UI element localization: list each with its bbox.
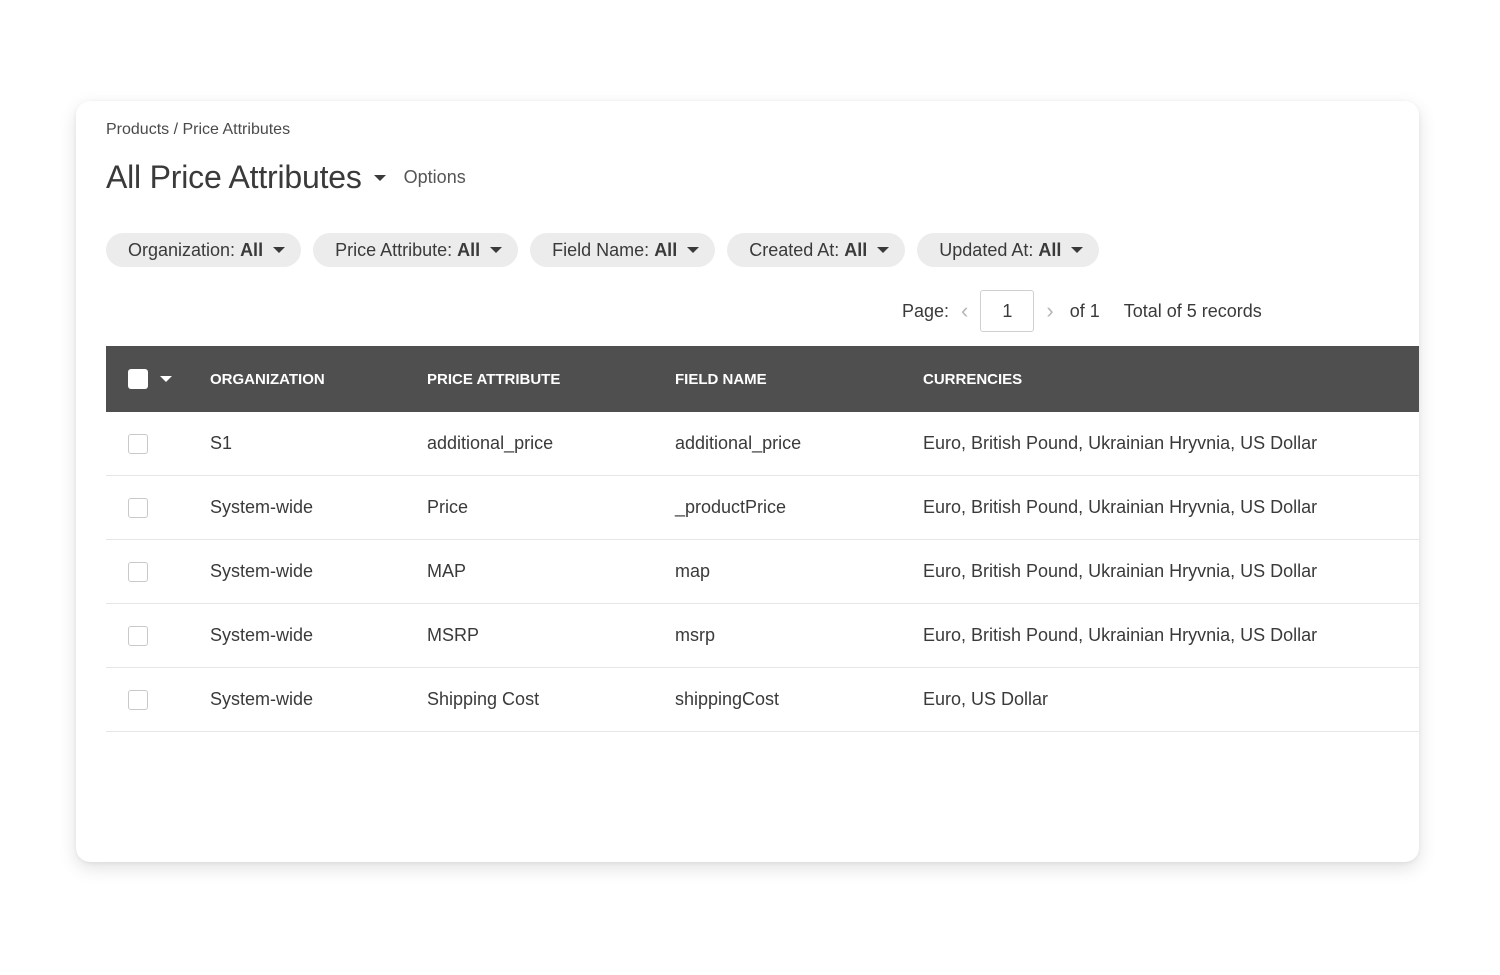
page-count-label: of 1 — [1069, 300, 1100, 321]
caret-down-icon — [1071, 247, 1084, 253]
cell-currencies: Euro, British Pound, Ukrainian Hryvnia, … — [923, 561, 1318, 581]
breadcrumb: Products / Price Attributes — [106, 121, 291, 138]
column-header-price-attribute[interactable]: PRICE ATTRIBUTE — [427, 371, 675, 388]
cell-currencies: Euro, British Pound, Ukrainian Hryvnia, … — [923, 497, 1318, 517]
cell-price-attribute: MSRP — [427, 625, 480, 645]
row-select-cell — [106, 497, 210, 518]
cell-organization: S1 — [210, 433, 233, 453]
caret-down-icon — [877, 247, 890, 253]
column-header-currencies: CURRENCIES — [923, 370, 1023, 388]
table-row[interactable]: System-wide Shipping Cost shippingCost E… — [106, 668, 1419, 732]
cell-organization: System-wide — [210, 689, 314, 709]
cell-price-attribute: Price — [427, 497, 469, 517]
filter-updated-at[interactable]: Updated At: All — [917, 233, 1100, 267]
filter-bar: Organization: All Price Attribute: All F… — [106, 233, 1100, 267]
table-row[interactable]: System-wide MSRP msrp Euro, British Poun… — [106, 604, 1419, 668]
mass-action-caret-icon[interactable] — [160, 376, 172, 382]
table-header: ORGANIZATION PRICE ATTRIBUTE FIELD NAME … — [106, 346, 1419, 412]
total-records-label: Total of 5 records — [1123, 300, 1262, 321]
caret-down-icon — [687, 247, 700, 253]
page-label: Page: — [902, 300, 950, 321]
filter-label: Field Name: — [552, 239, 650, 260]
cell-organization: System-wide — [210, 497, 314, 517]
filter-value: All — [457, 239, 481, 260]
page-title: All Price Attributes — [106, 159, 362, 195]
row-select-cell — [106, 433, 210, 454]
cell-currencies: Euro, British Pound, Ukrainian Hryvnia, … — [923, 625, 1318, 645]
cell-price-attribute: Shipping Cost — [427, 689, 540, 709]
filter-organization[interactable]: Organization: All — [106, 233, 302, 267]
cell-currencies: Euro, US Dollar — [923, 689, 1049, 709]
cell-currencies: Euro, British Pound, Ukrainian Hryvnia, … — [923, 433, 1318, 453]
caret-down-icon — [490, 247, 503, 253]
column-header-field-name[interactable]: FIELD NAME — [675, 371, 923, 388]
cell-organization: System-wide — [210, 625, 314, 645]
filter-field-name[interactable]: Field Name: All — [530, 233, 716, 267]
prev-page-icon[interactable]: ‹ — [949, 298, 980, 324]
column-header-organization[interactable]: ORGANIZATION — [210, 371, 427, 388]
table-row[interactable]: S1 additional_price additional_price Eur… — [106, 412, 1419, 476]
filter-value: All — [844, 239, 868, 260]
row-checkbox[interactable] — [128, 497, 148, 518]
table-row[interactable]: System-wide MAP map Euro, British Pound,… — [106, 540, 1419, 604]
cell-price-attribute: MAP — [427, 561, 467, 581]
row-select-cell — [106, 625, 210, 646]
pagination: Page: ‹ › of 1 Total of 5 records — [902, 289, 1262, 333]
cell-field-name: _productPrice — [675, 497, 787, 517]
filter-value: All — [654, 239, 678, 260]
header-select-cell — [106, 369, 210, 389]
select-all-checkbox[interactable] — [128, 369, 148, 389]
price-attributes-table: ORGANIZATION PRICE ATTRIBUTE FIELD NAME … — [106, 346, 1419, 732]
filter-created-at[interactable]: Created At: All — [727, 233, 906, 267]
row-checkbox[interactable] — [128, 561, 148, 582]
caret-down-icon — [273, 247, 286, 253]
filter-label: Updated At: — [939, 239, 1034, 260]
cell-field-name: map — [675, 561, 711, 581]
table-row[interactable]: System-wide Price _productPrice Euro, Br… — [106, 476, 1419, 540]
filter-price-attribute[interactable]: Price Attribute: All — [313, 233, 519, 267]
cell-price-attribute: additional_price — [427, 433, 554, 453]
row-checkbox[interactable] — [128, 433, 148, 454]
filter-label: Price Attribute: — [335, 239, 453, 260]
filter-label: Organization: — [128, 239, 236, 260]
row-select-cell — [106, 689, 210, 710]
row-select-cell — [106, 561, 210, 582]
filter-label: Created At: — [749, 239, 840, 260]
cell-field-name: shippingCost — [675, 689, 780, 709]
view-selector-caret-icon[interactable] — [373, 174, 386, 181]
row-checkbox[interactable] — [128, 625, 148, 646]
filter-value: All — [240, 239, 264, 260]
cell-organization: System-wide — [210, 561, 314, 581]
grid-card: Products / Price Attributes All Price At… — [76, 101, 1419, 862]
page-number-input[interactable] — [980, 290, 1035, 332]
cell-field-name: msrp — [675, 625, 715, 645]
filter-value: All — [1038, 239, 1062, 260]
next-page-icon[interactable]: › — [1034, 298, 1065, 324]
row-checkbox[interactable] — [128, 689, 148, 710]
title-row: All Price Attributes Options — [106, 159, 466, 196]
cell-field-name: additional_price — [675, 433, 802, 453]
options-link[interactable]: Options — [404, 167, 466, 188]
